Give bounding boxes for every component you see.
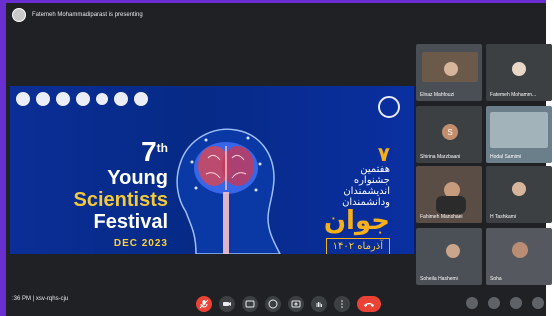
- activities-icon[interactable]: [532, 297, 544, 309]
- presenting-label: Fatemeh Mohammadiparast is presenting: [32, 12, 143, 18]
- presentation-slide: 7th Young Scientists Festival DEC 2023 ٧…: [10, 86, 414, 254]
- participant-initial-avatar: S: [442, 124, 458, 140]
- participant-name: Soheila Hashemi: [420, 276, 458, 282]
- participant-body: [436, 196, 466, 214]
- participant-tile[interactable]: Hodal Samimi: [486, 106, 552, 163]
- fa-date: آذرماه ۱۴۰۲: [325, 238, 390, 254]
- meeting-code: xsv-rqhs-cju: [35, 296, 69, 302]
- participant-avatar: [512, 182, 526, 196]
- brain-head-illustration: [176, 128, 281, 254]
- more-options-button[interactable]: [334, 296, 350, 312]
- sponsor-logo: [76, 92, 90, 106]
- emoji-icon: [268, 299, 278, 309]
- festival-number-text: 7: [141, 136, 157, 167]
- chat-icon[interactable]: [510, 297, 522, 309]
- sponsor-logo: [56, 92, 70, 106]
- festival-emblem-icon: [378, 96, 400, 118]
- participant-tile[interactable]: Soha: [486, 228, 552, 285]
- participant-video: [490, 112, 548, 148]
- participant-tile[interactable]: Fatemeh Mohamm...: [486, 44, 552, 101]
- present-icon: [291, 300, 301, 308]
- cc-icon: [245, 300, 255, 308]
- participant-name: Fahimeh Manshaei: [420, 214, 463, 220]
- people-icon[interactable]: [488, 297, 500, 309]
- festival-month: DEC: [113, 238, 138, 249]
- sponsor-logos: [16, 92, 148, 106]
- presenting-bar: Fatemeh Mohammadiparast is presenting: [6, 3, 552, 27]
- hand-icon: [316, 302, 322, 307]
- camera-button[interactable]: [219, 296, 235, 312]
- info-icon[interactable]: [466, 297, 478, 309]
- participant-name: Soha: [490, 276, 502, 282]
- present-button[interactable]: [288, 296, 304, 312]
- meet-window: Fatemeh Mohammadiparast is presenting 7t…: [0, 0, 554, 316]
- brain-icon: [194, 142, 258, 194]
- festival-date-en: DEC 2023: [48, 238, 168, 249]
- title-line-festival: Festival: [93, 211, 168, 233]
- sponsor-logo: [36, 92, 50, 106]
- title-line-young: Young: [107, 167, 168, 189]
- participant-tile[interactable]: Fahimeh Manshaei: [416, 166, 482, 223]
- participant-face: [444, 62, 458, 76]
- participant-face: [512, 242, 528, 258]
- mic-off-icon: [199, 299, 209, 309]
- participant-name: Shirina Marzbaani: [420, 154, 461, 160]
- participant-tile[interactable]: H Tashkami: [486, 166, 552, 223]
- window-left-border: [0, 0, 6, 316]
- fa-middle2: اندیشمندان: [343, 186, 390, 197]
- participant-name: Elnaz Mahfouzi: [420, 92, 455, 98]
- participant-tile[interactable]: S Shirina Marzbaani: [416, 106, 482, 163]
- participant-face: [446, 244, 460, 258]
- reactions-button[interactable]: [265, 296, 281, 312]
- participant-avatar: [512, 62, 526, 76]
- right-toolbar: [466, 297, 544, 309]
- meeting-time: :36 PM: [12, 296, 32, 302]
- raise-hand-button[interactable]: [311, 296, 327, 312]
- captions-button[interactable]: [242, 296, 258, 312]
- more-vert-icon: [341, 300, 343, 308]
- fa-middle: جشنواره: [353, 175, 390, 186]
- sponsor-logo: [96, 93, 108, 105]
- participant-name: Hodal Samimi: [490, 154, 522, 160]
- festival-title-fa: ٧ هفتمین جشنواره اندیشمندان ودانشمندان ج…: [280, 144, 390, 254]
- sponsor-logo: [16, 92, 30, 106]
- festival-title-en: 7th Young Scientists Festival DEC 2023: [48, 138, 168, 250]
- mic-muted-button[interactable]: [196, 296, 212, 312]
- participant-tile[interactable]: Soheila Hashemi: [416, 228, 482, 285]
- festival-number: 7th: [48, 138, 168, 166]
- participant-name: H Tashkami: [490, 214, 517, 220]
- fa-big-title: جوان: [323, 206, 390, 236]
- video-icon: [223, 302, 231, 306]
- meeting-time-and-code: :36 PM | xsv-rqhs-cju: [12, 296, 68, 302]
- sponsor-logo: [134, 92, 148, 106]
- presenter-avatar: [12, 8, 26, 22]
- title-line-scientists: Scientists: [73, 189, 168, 211]
- participant-tile[interactable]: Elnaz Mahfouzi: [416, 44, 482, 101]
- participant-name: Fatemeh Mohamm...: [490, 92, 537, 98]
- end-call-icon: [364, 303, 374, 307]
- leave-call-button[interactable]: [357, 296, 381, 312]
- call-controls: [196, 296, 381, 312]
- fa-top: هفتمین: [360, 164, 390, 175]
- fa-number: ٧: [377, 142, 390, 166]
- sponsor-logo: [114, 92, 128, 106]
